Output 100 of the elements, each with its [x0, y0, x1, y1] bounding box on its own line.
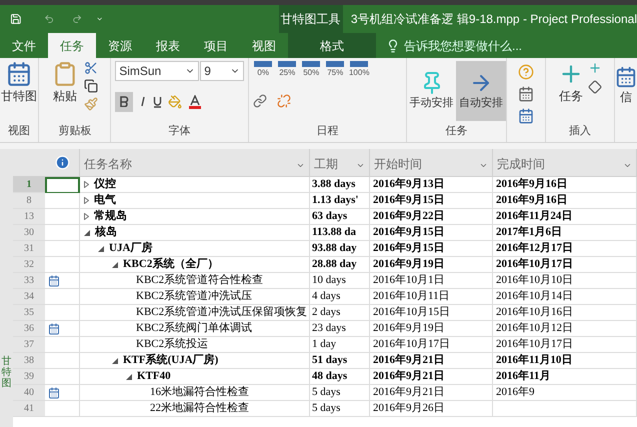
move-icon[interactable] [518, 86, 534, 102]
finish-cell: 2016年10月16日 [493, 305, 637, 321]
row-number[interactable]: 31 [13, 241, 45, 257]
row-number[interactable]: 38 [13, 353, 45, 369]
finish-cell: 2016年9 [493, 385, 637, 401]
row-number[interactable]: 35 [13, 305, 45, 321]
collapsed-triangle-icon[interactable] [84, 181, 89, 188]
expanded-triangle-icon[interactable] [98, 246, 104, 252]
start-cell: 2016年9月21日 [370, 353, 493, 369]
finish-cell: 2017年1月6日 [493, 225, 637, 241]
percent-complete-button[interactable]: 75% [325, 61, 346, 79]
italic-icon[interactable] [139, 96, 148, 108]
ribbon-tab[interactable]: 视图 [240, 33, 288, 58]
copy-icon[interactable] [84, 79, 98, 93]
summary-icon[interactable] [588, 61, 602, 75]
column-header[interactable]: 开始时间 [370, 149, 493, 176]
mode-icon[interactable] [518, 108, 534, 124]
duration-cell: 51 days [310, 353, 370, 369]
duration-cell: 3.88 days [310, 177, 370, 193]
percent-complete-button[interactable]: 0% [253, 61, 274, 79]
row-number[interactable]: 33 [13, 273, 45, 289]
start-cell: 2016年10月15日 [370, 305, 493, 321]
task-name: KBC2系统管道冲洗试压 [136, 289, 252, 304]
percent-complete-button[interactable]: 25% [277, 61, 298, 79]
row-number[interactable]: 13 [13, 209, 45, 225]
save-icon[interactable] [10, 11, 22, 27]
expanded-triangle-icon[interactable] [126, 374, 132, 380]
collapsed-triangle-icon[interactable] [84, 197, 89, 204]
start-cell: 2016年9月13日 [370, 177, 493, 193]
expanded-triangle-icon[interactable] [112, 358, 118, 364]
column-header[interactable]: 任务名称 [80, 149, 310, 176]
filter-caret-icon[interactable] [296, 161, 305, 170]
start-cell: 2016年10月1日 [370, 273, 493, 289]
row-number[interactable]: 1 [13, 177, 45, 193]
start-cell: 2016年9月21日 [370, 369, 493, 385]
task-name: 22米地漏符合性检查 [150, 401, 249, 416]
filter-caret-icon[interactable] [479, 161, 488, 170]
scissors-icon[interactable] [84, 61, 98, 75]
start-cell: 2016年9月22日 [370, 209, 493, 225]
paste-button[interactable]: 粘贴 [52, 61, 78, 111]
duration-cell: 113.88 da [310, 225, 370, 241]
finish-cell: 2016年10月17日 [493, 257, 637, 273]
bold-icon[interactable] [115, 92, 134, 112]
row-number[interactable]: 8 [13, 193, 45, 209]
row-number[interactable]: 41 [13, 401, 45, 417]
filter-caret-icon[interactable] [356, 161, 365, 170]
tell-me-input[interactable]: 告诉我您想要做什么... [404, 36, 574, 54]
task-name: KTF系统(UJA厂房) [123, 353, 218, 368]
finish-cell: 2016年10月12日 [493, 321, 637, 337]
percent-complete-button[interactable]: 100% [349, 61, 370, 79]
duration-cell: 4 days [310, 289, 370, 305]
gantt-view-button[interactable]: 甘特图 [1, 61, 38, 105]
start-cell: 2016年9月15日 [370, 225, 493, 241]
finish-cell: 2016年12月17日 [493, 241, 637, 257]
group-label: 剪贴板 [58, 124, 92, 138]
underline-icon[interactable] [153, 96, 162, 108]
collapsed-triangle-icon[interactable] [84, 213, 89, 220]
row-number[interactable]: 30 [13, 225, 45, 241]
info-button-label[interactable]: 信 [620, 88, 632, 106]
insert-task-button[interactable]: 任务 [558, 61, 584, 105]
ribbon-tab[interactable]: 报表 [144, 33, 192, 58]
font-size-field[interactable]: 9 [200, 61, 244, 81]
duration-cell: 1.13 days' [310, 193, 370, 209]
info-icon[interactable] [615, 66, 637, 88]
ribbon-tab[interactable]: 任务 [48, 33, 96, 58]
ribbon-tab[interactable]: 项目 [192, 33, 240, 58]
row-number[interactable]: 36 [13, 321, 45, 337]
filter-caret-icon[interactable] [623, 161, 632, 170]
milestone-icon[interactable] [588, 80, 602, 94]
start-cell: 2016年10月17日 [370, 337, 493, 353]
group-label: 插入 [568, 124, 592, 138]
task-name: KBC2系统（全厂） [123, 257, 218, 272]
ribbon-tab[interactable]: 文件 [0, 33, 48, 58]
row-number[interactable]: 34 [13, 289, 45, 305]
expanded-triangle-icon[interactable] [84, 230, 90, 236]
row-number[interactable]: 39 [13, 369, 45, 385]
schedule-mode-button[interactable]: 自动安排 [456, 61, 506, 121]
row-number[interactable]: 37 [13, 337, 45, 353]
font-color-icon[interactable] [188, 94, 202, 109]
percent-complete-button[interactable]: 50% [301, 61, 322, 79]
duration-cell: 2 days [310, 305, 370, 321]
link-icon[interactable] [253, 94, 268, 108]
group-label: 视图 [8, 124, 30, 138]
schedule-mode-button[interactable]: 手动安排 [406, 61, 456, 121]
font-name-field[interactable]: SimSun [115, 61, 200, 81]
duration-cell: 23 days [310, 321, 370, 337]
expanded-triangle-icon[interactable] [112, 262, 118, 268]
duration-cell: 5 days [310, 401, 370, 417]
column-header[interactable]: 完成时间 [493, 149, 637, 176]
row-number[interactable]: 32 [13, 257, 45, 273]
unlink-icon[interactable] [277, 94, 292, 108]
start-cell: 2016年9月15日 [370, 241, 493, 257]
finish-cell: 2016年9月16日 [493, 193, 637, 209]
tell-me-field[interactable]: 告诉我您想要做什么... [386, 33, 574, 58]
row-number[interactable]: 40 [13, 385, 45, 401]
fill-color-icon[interactable] [168, 94, 182, 109]
column-header[interactable]: 工期 [310, 149, 370, 176]
start-cell: 2016年9月19日 [370, 321, 493, 337]
ribbon-tab[interactable]: 格式 [288, 33, 376, 58]
ribbon-tab[interactable]: 资源 [96, 33, 144, 58]
